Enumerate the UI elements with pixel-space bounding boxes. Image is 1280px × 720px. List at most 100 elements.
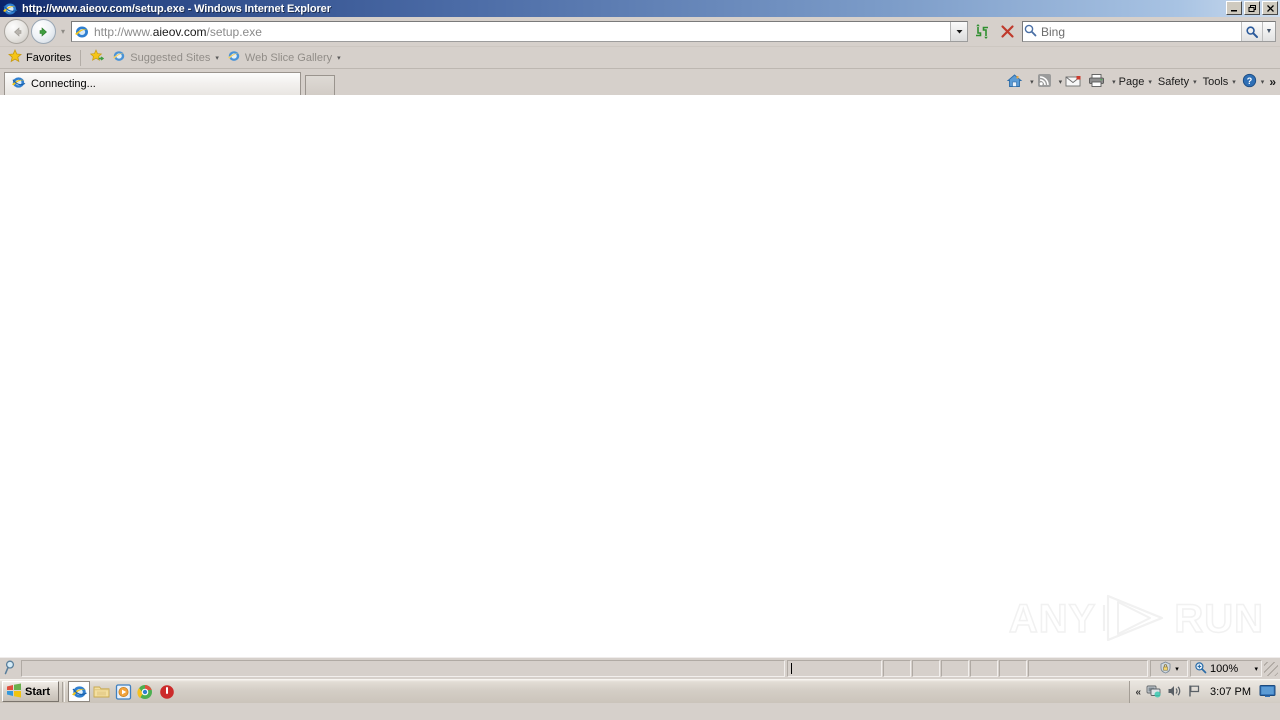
status-zone-pane-2 — [912, 660, 940, 677]
network-icon[interactable] — [1146, 684, 1162, 701]
chevron-down-icon: ▾ — [337, 54, 341, 62]
tab-label: Connecting... — [31, 78, 96, 90]
web-slice-gallery-label: Web Slice Gallery — [244, 51, 333, 64]
tray-expand-button[interactable]: « — [1135, 687, 1141, 698]
status-text-pane — [21, 660, 785, 677]
windows-logo-icon — [6, 683, 22, 701]
address-toolbar: ▾ http://www.aieov.com/setup.exe Bing ▼ — [0, 17, 1280, 47]
taskbar-item-google-chrome[interactable] — [134, 681, 156, 702]
volume-icon[interactable] — [1167, 684, 1182, 701]
favorites-button[interactable]: Favorites — [4, 48, 75, 68]
suggested-sites-button[interactable]: Suggested Sites ▾ — [108, 48, 223, 68]
star-icon — [8, 49, 22, 66]
status-zone-pane-3 — [941, 660, 969, 677]
new-tab-button[interactable] — [305, 75, 335, 95]
add-to-favorites-bar-button[interactable] — [86, 48, 108, 68]
status-bar: ▾ 100% ▾ — [0, 657, 1280, 679]
search-icon — [1023, 23, 1038, 41]
address-bar[interactable]: http://www.aieov.com/setup.exe — [71, 21, 968, 42]
command-bar-overflow-button[interactable]: » — [1269, 75, 1276, 89]
mail-button[interactable] — [1062, 72, 1085, 92]
page-content-area: ANY RUN — [0, 95, 1280, 657]
help-chevron-icon: ▾ — [1260, 79, 1265, 86]
rss-feed-icon — [1037, 73, 1052, 91]
security-flag-icon[interactable] — [1187, 684, 1202, 701]
taskbar-item-shutdown-app[interactable] — [156, 681, 178, 702]
forward-button[interactable] — [31, 19, 56, 44]
status-zone-pane-4 — [970, 660, 998, 677]
zoom-level-label: 100% — [1210, 662, 1239, 675]
taskbar-item-file-explorer[interactable] — [90, 681, 112, 702]
security-zone-icon — [1159, 661, 1172, 676]
window-controls — [1226, 1, 1278, 15]
svg-text:?: ? — [1247, 76, 1253, 86]
chevron-down-icon: ▾ — [1232, 79, 1236, 86]
watermark-text-any: ANY — [1008, 596, 1097, 642]
feeds-button[interactable] — [1034, 72, 1055, 92]
home-icon — [1006, 73, 1023, 92]
address-favicon-icon — [74, 23, 90, 40]
address-url-text: http://www.aieov.com/setup.exe — [94, 24, 262, 39]
anyrun-watermark: ANY RUN — [1008, 592, 1264, 647]
print-button[interactable] — [1085, 72, 1108, 92]
zoom-control[interactable]: 100% ▾ — [1190, 660, 1262, 677]
home-button[interactable] — [1003, 72, 1026, 92]
address-dropdown-button[interactable] — [950, 22, 967, 41]
chevron-down-icon: ▾ — [1193, 79, 1197, 86]
taskbar-item-internet-explorer[interactable] — [68, 681, 91, 702]
page-menu-button[interactable]: Page ▾ — [1116, 72, 1155, 92]
favorites-separator — [80, 49, 82, 66]
command-bar: ▾ ▾ ▾ Page ▾ Safety ▾ Tools ▾ ? ▾ » — [1003, 71, 1280, 93]
mail-icon — [1065, 74, 1082, 91]
zoom-in-icon — [1194, 661, 1207, 676]
clock[interactable]: 3:07 PM — [1210, 686, 1251, 698]
internet-explorer-icon — [227, 49, 241, 66]
window-title: http://www.aieov.com/setup.exe - Windows… — [22, 2, 331, 15]
help-button[interactable]: ? ▾ — [1239, 72, 1268, 92]
suggested-sites-label: Suggested Sites — [130, 51, 211, 64]
back-button[interactable] — [4, 19, 29, 44]
minimize-button[interactable] — [1226, 1, 1242, 15]
help-icon: ? — [1242, 73, 1257, 91]
favorites-label: Favorites — [26, 51, 72, 64]
refresh-button[interactable] — [971, 21, 993, 43]
zoom-chevron-icon: ▾ — [1254, 665, 1258, 673]
security-chevron-icon: ▾ — [1175, 665, 1179, 673]
search-input[interactable]: Bing ▼ — [1022, 21, 1276, 42]
quick-launch-separator — [62, 681, 66, 702]
search-go-button[interactable] — [1241, 22, 1262, 41]
resize-grip[interactable] — [1264, 661, 1278, 676]
favorites-bar: Favorites Suggested Sites ▾ Web Slice Ga… — [0, 47, 1280, 69]
taskbar-item-media-player[interactable] — [112, 681, 134, 702]
internet-explorer-icon — [112, 49, 126, 66]
stop-button[interactable] — [996, 21, 1018, 43]
safety-menu-button[interactable]: Safety ▾ — [1155, 72, 1200, 92]
search-options-button[interactable]: ▼ — [1262, 22, 1275, 41]
maximize-restore-button[interactable] — [1244, 1, 1260, 15]
search-placeholder-text: Bing — [1041, 24, 1066, 39]
close-button[interactable] — [1262, 1, 1278, 15]
internet-explorer-icon — [11, 75, 26, 93]
recent-pages-chevron-icon[interactable]: ▾ — [57, 27, 69, 36]
chevron-down-icon: ▾ — [1148, 79, 1152, 86]
star-add-icon — [90, 49, 105, 66]
safety-menu-label: Safety — [1157, 76, 1190, 88]
show-desktop-icon[interactable] — [1259, 684, 1276, 701]
windows-taskbar: Start « 3:07 PM — [0, 679, 1280, 703]
tools-menu-label: Tools — [1202, 76, 1229, 88]
progress-caret — [791, 663, 792, 674]
tab-connecting[interactable]: Connecting... — [4, 72, 301, 95]
status-zone-pane-6 — [1028, 660, 1148, 677]
start-button[interactable]: Start — [2, 681, 60, 702]
watermark-text-run: RUN — [1174, 596, 1264, 642]
security-zone-button[interactable]: ▾ — [1150, 660, 1188, 677]
progress-pane — [787, 660, 882, 677]
status-zone-pane-5 — [999, 660, 1027, 677]
web-slice-gallery-button[interactable]: Web Slice Gallery ▾ — [223, 48, 345, 68]
system-tray: « 3:07 PM — [1129, 681, 1280, 703]
status-search-icon — [4, 660, 18, 678]
page-menu-label: Page — [1118, 76, 1145, 88]
internet-explorer-icon — [2, 2, 18, 16]
tab-bar: Connecting... ▾ ▾ ▾ Page ▾ Safety ▾ Tool… — [0, 69, 1280, 95]
tools-menu-button[interactable]: Tools ▾ — [1200, 72, 1239, 92]
